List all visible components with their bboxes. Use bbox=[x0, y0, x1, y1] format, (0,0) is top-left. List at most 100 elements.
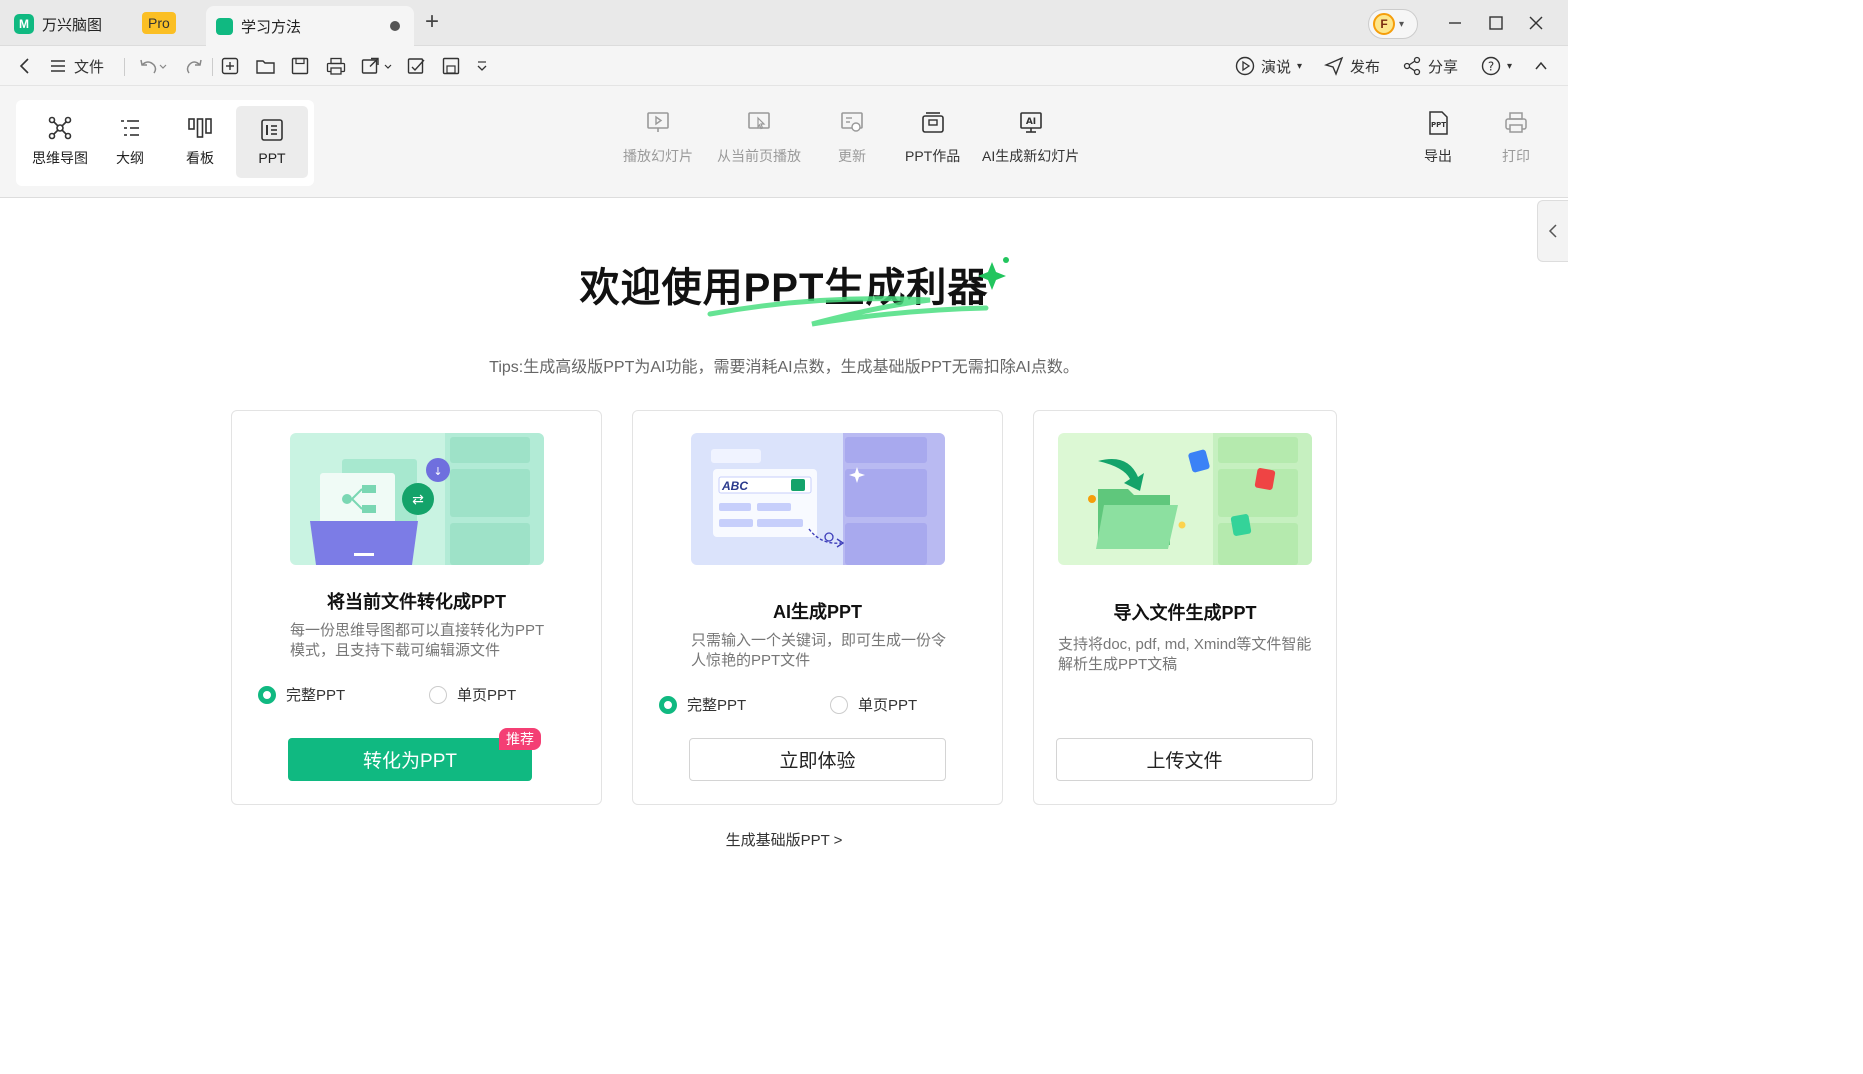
radio-single-ppt[interactable]: 单页PPT bbox=[830, 694, 917, 715]
ppt-works-icon bbox=[921, 112, 944, 133]
view-kanban-button[interactable]: 看板 bbox=[164, 106, 236, 178]
collapse-ribbon-icon[interactable] bbox=[1533, 54, 1549, 78]
app-name: 万兴脑图 bbox=[42, 16, 103, 34]
refresh-icon bbox=[841, 112, 863, 132]
ai-illustration: ABC bbox=[691, 433, 945, 565]
avatar: F bbox=[1373, 13, 1395, 35]
chevron-down-icon: ▾ bbox=[1507, 60, 1513, 72]
export-button[interactable]: PPT 导出 bbox=[1424, 110, 1452, 166]
ppt-works-label: PPT作品 bbox=[905, 148, 961, 164]
play-from-current-button[interactable]: 从当前页播放 bbox=[717, 110, 801, 166]
radio-full-ppt[interactable]: 完整PPT bbox=[659, 694, 746, 715]
quick-toolbar: 文件 演说 ▾ 发布 分享 ? ▾ bbox=[0, 46, 1568, 86]
card-title: 将当前文件转化成PPT bbox=[326, 592, 506, 612]
card-description: 支持将doc, pdf, md, Xmind等文件智能解析生成PPT文稿 bbox=[1058, 636, 1312, 673]
account-menu[interactable]: F ▾ bbox=[1368, 9, 1418, 39]
present-button[interactable]: 演说 ▾ bbox=[1235, 54, 1302, 78]
redo-icon[interactable] bbox=[186, 54, 204, 78]
save-as-icon[interactable] bbox=[442, 54, 462, 78]
chevron-down-icon: ▾ bbox=[1399, 18, 1405, 30]
ppt-icon bbox=[261, 119, 283, 141]
close-icon[interactable] bbox=[1521, 8, 1551, 38]
print-icon[interactable] bbox=[326, 54, 346, 78]
card-description: 每一份思维导图都可以直接转化为PPT模式，且支持下载可编辑源文件 bbox=[290, 622, 545, 659]
share-icon bbox=[1402, 56, 1422, 76]
kanban-icon bbox=[188, 118, 212, 138]
new-tab-plus-icon[interactable]: + bbox=[425, 10, 439, 34]
doc-tab-label: 学习方法 bbox=[241, 18, 302, 36]
play-from-current-label: 从当前页播放 bbox=[717, 148, 801, 164]
import-illustration bbox=[1058, 433, 1312, 565]
svg-text:⇄: ⇄ bbox=[412, 492, 424, 508]
card-title: 导入文件生成PPT bbox=[1113, 603, 1257, 623]
sparkle-icon bbox=[978, 262, 1006, 290]
tips-text: Tips:生成高级版PPT为AI功能，需要消耗AI点数，生成基础版PPT无需扣除… bbox=[489, 359, 1079, 376]
send-icon bbox=[1324, 56, 1344, 76]
open-folder-icon[interactable] bbox=[256, 54, 276, 78]
export-dropdown-icon[interactable] bbox=[361, 54, 393, 78]
svg-text:PPT: PPT bbox=[1431, 121, 1446, 129]
present-label: 演说 bbox=[1261, 58, 1292, 76]
radio-unchecked-icon bbox=[429, 685, 447, 704]
svg-text:AI: AI bbox=[1025, 117, 1035, 127]
mindmap-doc-icon bbox=[216, 17, 233, 35]
update-button[interactable]: 更新 bbox=[838, 110, 866, 166]
help-button[interactable]: ? ▾ bbox=[1481, 54, 1512, 78]
convert-illustration: ⇄ ↓ bbox=[290, 433, 544, 565]
update-label: 更新 bbox=[838, 148, 866, 164]
share-button[interactable]: 分享 bbox=[1402, 54, 1458, 78]
title-underline-decoration bbox=[707, 257, 1009, 327]
print-label: 打印 bbox=[1502, 148, 1530, 164]
ai-new-slides-button[interactable]: AI AI生成新幻灯片 bbox=[982, 110, 1079, 166]
view-label: 思维导图 bbox=[32, 150, 88, 166]
back-arrow-icon[interactable] bbox=[16, 54, 34, 78]
checkin-icon[interactable] bbox=[407, 54, 427, 78]
export-ppt-icon: PPT bbox=[1429, 111, 1448, 135]
play-slides-button[interactable]: 播放幻灯片 bbox=[623, 110, 693, 166]
radio-single-ppt[interactable]: 单页PPT bbox=[429, 684, 516, 705]
share-label: 分享 bbox=[1428, 58, 1459, 76]
chevron-down-icon: ▾ bbox=[1297, 60, 1303, 72]
try-now-button[interactable]: 立即体验 bbox=[689, 738, 946, 781]
unsaved-dot-icon[interactable] bbox=[390, 21, 400, 31]
pro-badge[interactable]: Pro bbox=[142, 12, 176, 34]
undo-icon[interactable] bbox=[138, 54, 168, 78]
ai-generate-card: ABC AI生成PPT 只需输入一个关键词，即可生成一份令人惊艳的PPT文件 完… bbox=[632, 410, 1003, 805]
publish-button[interactable]: 发布 bbox=[1324, 54, 1380, 78]
app-logo-icon: M bbox=[14, 14, 34, 34]
view-ppt-button[interactable]: PPT bbox=[236, 106, 308, 178]
tab-document[interactable]: 学习方法 bbox=[206, 6, 414, 46]
save-icon[interactable] bbox=[291, 54, 309, 78]
view-outline-button[interactable]: 大纲 bbox=[94, 106, 166, 178]
basic-ppt-link[interactable]: 生成基础版PPT > bbox=[0, 829, 1568, 850]
file-menu-button[interactable]: 文件 bbox=[48, 54, 104, 78]
radio-label: 单页PPT bbox=[457, 687, 517, 704]
minimize-icon[interactable] bbox=[1440, 8, 1470, 38]
maximize-icon[interactable] bbox=[1481, 8, 1511, 38]
ppt-works-button[interactable]: PPT作品 bbox=[905, 110, 960, 166]
radio-label: 完整PPT bbox=[687, 697, 747, 714]
radio-checked-icon bbox=[258, 685, 276, 704]
file-menu-label: 文件 bbox=[74, 58, 105, 76]
radio-label: 完整PPT bbox=[286, 687, 346, 704]
sidebar-toggle-chevron-left-icon[interactable] bbox=[1537, 200, 1568, 262]
export-label: 导出 bbox=[1424, 148, 1452, 164]
radio-full-ppt[interactable]: 完整PPT bbox=[258, 684, 345, 705]
upload-file-button[interactable]: 上传文件 bbox=[1056, 738, 1313, 781]
card-title: AI生成PPT bbox=[772, 602, 862, 622]
toolbar-divider bbox=[124, 58, 125, 76]
app-tab[interactable]: M 万兴脑图 bbox=[14, 8, 102, 40]
play-from-current-icon bbox=[748, 112, 770, 130]
print-ppt-button[interactable]: 打印 bbox=[1502, 110, 1530, 166]
more-tools-chevron-icon[interactable] bbox=[476, 54, 488, 78]
view-switcher: 思维导图 大纲 看板 PPT bbox=[16, 100, 314, 186]
mindmap-icon bbox=[48, 116, 72, 140]
hamburger-icon bbox=[48, 56, 68, 76]
view-label: PPT bbox=[258, 150, 286, 166]
convert-to-ppt-button[interactable]: 转化为PPT bbox=[288, 738, 532, 781]
radio-checked-icon bbox=[659, 695, 677, 714]
import-file-card: 导入文件生成PPT 支持将doc, pdf, md, Xmind等文件智能解析生… bbox=[1033, 410, 1337, 805]
play-slides-label: 播放幻灯片 bbox=[623, 148, 693, 164]
new-file-icon[interactable] bbox=[221, 54, 239, 78]
view-mindmap-button[interactable]: 思维导图 bbox=[24, 106, 96, 178]
